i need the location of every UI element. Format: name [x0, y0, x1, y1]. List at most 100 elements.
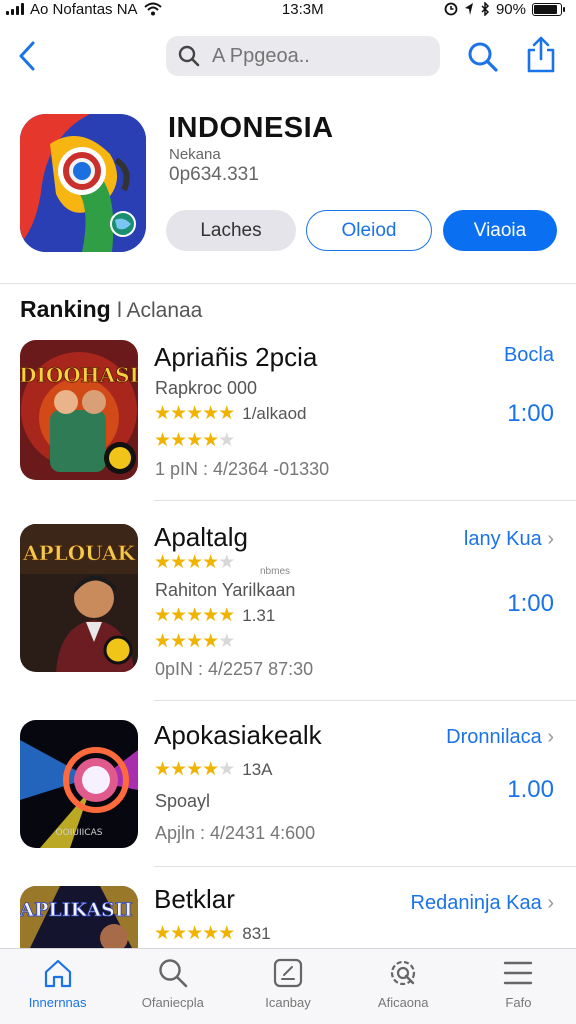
- tab-label: Aficaona: [377, 995, 429, 1010]
- row-link[interactable]: lany Kua ›: [464, 528, 554, 551]
- star-icon: ★: [186, 631, 203, 652]
- edit-icon: [273, 958, 303, 988]
- battery-level: [533, 4, 558, 14]
- star-icon: ★: [186, 552, 203, 573]
- nav-search-button[interactable]: [466, 40, 500, 74]
- star-icon: ★: [154, 430, 171, 451]
- tab-settings[interactable]: Aficaona: [346, 949, 461, 1024]
- small-note: nbmes: [260, 566, 291, 577]
- carrier-name: Ao Nofantas NA: [30, 0, 138, 18]
- back-button[interactable]: [12, 38, 42, 74]
- tab-home[interactable]: Innernnas: [0, 949, 115, 1024]
- share-button[interactable]: [524, 36, 558, 74]
- outline-button[interactable]: Oleiod: [306, 210, 432, 251]
- app-developer: Nekana: [169, 146, 221, 163]
- star-icon: ★: [154, 759, 171, 780]
- star-icon: ★: [186, 923, 203, 944]
- home-icon: [44, 959, 71, 988]
- thumbnail-title: OOIUIICAS: [56, 828, 103, 838]
- bluetooth-icon: [481, 2, 490, 16]
- price-button[interactable]: 1:00: [507, 590, 554, 618]
- rating-label: 1.31: [242, 605, 276, 625]
- search-icon: [178, 45, 200, 67]
- app-subtitle: Rahiton Yarilkaan: [155, 580, 296, 600]
- star-icon: ★: [186, 430, 203, 451]
- chevron-left-icon: [19, 41, 35, 71]
- tab-label: Innernnas: [28, 995, 87, 1010]
- stars-glyphs: ★★★★★: [154, 630, 235, 653]
- row-divider: [154, 866, 576, 867]
- star-rating: ★★★★★ 1/alkaod: [154, 402, 307, 425]
- tab-menu[interactable]: Fafo: [461, 949, 576, 1024]
- star-icon: ★: [154, 605, 171, 626]
- star-icon: ★: [218, 759, 235, 780]
- secondary-button[interactable]: Laches: [166, 210, 296, 251]
- app-name: Betklar: [154, 884, 235, 914]
- star-rating: ★★★★★ 1.31: [154, 604, 275, 627]
- app-meta: 0pIN : 4/2257 87:30: [155, 659, 314, 679]
- rating-label: 831: [242, 923, 271, 943]
- star-icon: ★: [202, 923, 219, 944]
- star-icon: ★: [218, 552, 235, 573]
- stars-glyphs: ★★★★★: [154, 402, 235, 425]
- app-subtitle: Rapkroc 000: [155, 378, 258, 398]
- row-link[interactable]: Bocla: [504, 344, 554, 367]
- row-divider: [154, 700, 576, 701]
- star-rating: ★★★★★: [154, 429, 235, 452]
- stars-glyphs: ★★★★★: [154, 429, 235, 452]
- app-header: INDONESIA Nekana 0p634.331 Laches Oleiod…: [0, 110, 576, 260]
- star-icon: ★: [154, 631, 171, 652]
- rating-label: 13A: [242, 759, 273, 779]
- star-icon: ★: [202, 430, 219, 451]
- search-field[interactable]: [166, 36, 440, 76]
- star-icon: ★: [218, 631, 235, 652]
- star-icon: ★: [170, 552, 187, 573]
- star-icon: ★: [218, 430, 235, 451]
- app-name: Apaltalg: [154, 522, 248, 552]
- status-bar-left: Ao Nofantas NA: [6, 1, 162, 18]
- tab-search[interactable]: Ofaniecpla: [115, 949, 230, 1024]
- stars-glyphs: ★★★★★: [154, 604, 235, 627]
- star-icon: ★: [170, 631, 187, 652]
- price-button[interactable]: 1.00: [507, 776, 554, 804]
- star-rating: ★★★★★: [154, 630, 235, 653]
- star-rating: ★★★★★ 831: [154, 922, 271, 945]
- menu-icon: [504, 961, 533, 985]
- star-icon: ★: [218, 605, 235, 626]
- star-icon: ★: [170, 430, 187, 451]
- price-button[interactable]: 1:00: [507, 400, 554, 428]
- row-link[interactable]: Redaninja Kaa ›: [411, 892, 554, 915]
- signal-icon: [6, 3, 24, 15]
- tab-label: Ofaniecpla: [141, 995, 204, 1010]
- star-icon: ★: [154, 403, 171, 424]
- app-thumbnail: APLIKASII: [20, 886, 138, 948]
- row-link-label: Redaninja Kaa: [410, 892, 542, 914]
- tab-label: Icanbay: [265, 995, 311, 1010]
- star-icon: ★: [202, 605, 219, 626]
- star-icon: ★: [218, 923, 235, 944]
- chevron-right-icon: ›: [547, 726, 554, 748]
- star-icon: ★: [218, 403, 235, 424]
- star-rating: ★★★★★: [154, 551, 235, 574]
- search-input[interactable]: [212, 44, 412, 68]
- app-name: Apokasiakealk: [154, 720, 322, 750]
- star-icon: ★: [186, 403, 203, 424]
- star-icon: ★: [170, 923, 187, 944]
- star-icon: ★: [202, 403, 219, 424]
- nav-bar: [0, 26, 576, 86]
- app-name: Apriañis 2pcia: [154, 342, 318, 372]
- star-icon: ★: [186, 605, 203, 626]
- thumbnail-title: APLOUAK: [22, 541, 135, 565]
- tab-edit[interactable]: Icanbay: [230, 949, 345, 1024]
- section-title: Ranking l Aclanaa: [20, 296, 202, 323]
- status-time: 13:3M: [281, 0, 324, 18]
- app-thumbnail: OOIUIICAS: [20, 720, 138, 848]
- get-button[interactable]: Viaoia: [443, 210, 557, 251]
- stars-glyphs: ★★★★★: [154, 758, 235, 781]
- battery-percent: 90%: [495, 0, 526, 18]
- row-link[interactable]: Dronnilaca ›: [446, 726, 554, 749]
- app-subtitle: Spoayl: [155, 791, 211, 811]
- share-icon: [527, 36, 555, 73]
- star-icon: ★: [154, 552, 171, 573]
- stars-glyphs: ★★★★★: [154, 551, 235, 574]
